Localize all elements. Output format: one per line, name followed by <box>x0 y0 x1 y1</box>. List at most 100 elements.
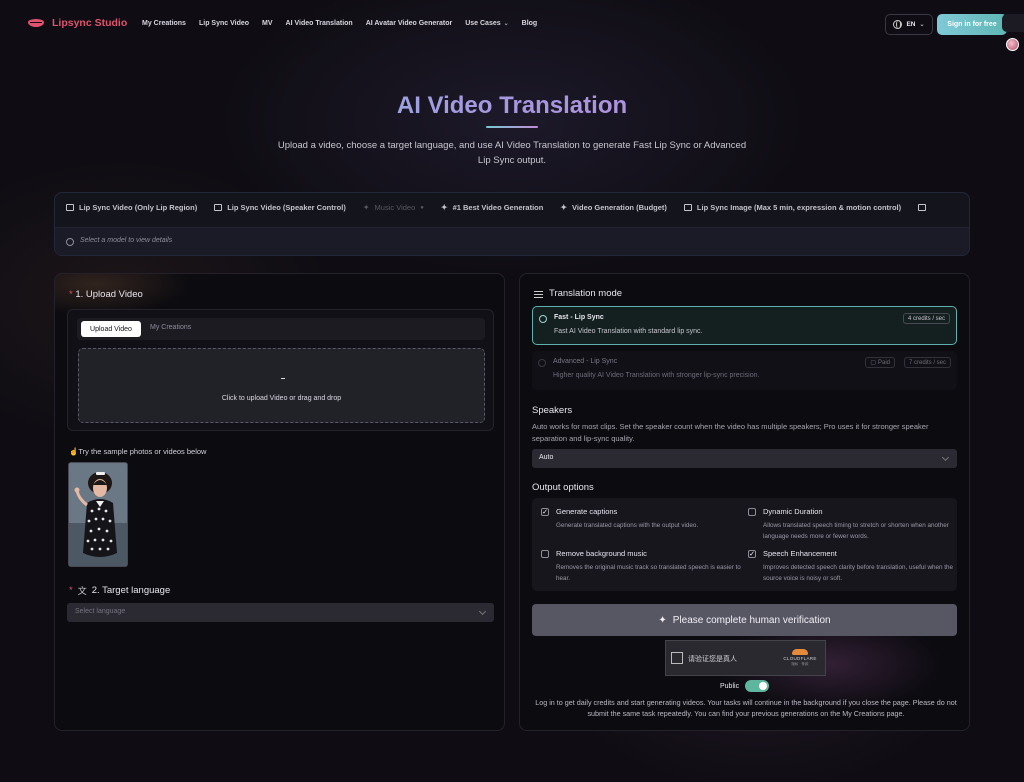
lock-icon: ▢ <box>870 360 876 366</box>
captcha-links[interactable]: 隐私 · 条款 <box>779 662 821 667</box>
generate-button[interactable]: ✦ Please complete human verification <box>532 604 957 636</box>
tab-upload-video[interactable]: Upload Video <box>81 321 141 337</box>
settings-panel: Translation mode Fast - Lip Sync Fast AI… <box>519 273 970 731</box>
model-tab-label: Video Generation (Budget) <box>572 203 667 212</box>
nav-link-ai-video-translation[interactable]: AI Video Translation <box>286 20 353 27</box>
model-tab-label: Lip Sync Image (Max 5 min, expression & … <box>696 203 902 212</box>
chevron-down-icon: ⌄ <box>919 22 925 28</box>
mode-name: Fast - Lip Sync <box>554 314 604 321</box>
video-icon <box>918 204 927 211</box>
model-tab-label: Lip Sync Video (Only Lip Region) <box>79 203 198 212</box>
globe-icon <box>893 20 903 29</box>
cloudflare-text: CLOUDFLARE <box>783 656 817 661</box>
floating-avatar[interactable] <box>1006 38 1019 51</box>
output-options: ✓ Generate captions Generate translated … <box>532 498 957 591</box>
model-tab-label: Music Video <box>374 203 416 212</box>
top-nav: Lipsync Studio My Creations Lip Sync Vid… <box>0 0 1024 50</box>
model-tab-more[interactable] <box>918 203 927 212</box>
sample-label: ☝Try the sample photos or videos below <box>69 447 206 456</box>
dropzone-text: Click to upload Video or drag and drop <box>221 395 342 402</box>
notice-text: Log in to get daily credits and start ge… <box>535 698 957 718</box>
mode-name: Advanced - Lip Sync <box>553 358 618 365</box>
speakers-select[interactable]: Auto <box>532 449 957 468</box>
captcha-checkbox[interactable] <box>671 652 683 664</box>
model-tabs: Lip Sync Video (Only Lip Region) Lip Syn… <box>66 203 927 212</box>
checkbox-checked-icon[interactable]: ✓ <box>748 550 756 558</box>
model-tab-video-generation-budget[interactable]: ✦ Video Generation (Budget) <box>560 203 667 212</box>
checkbox-icon[interactable] <box>541 550 549 558</box>
model-tab-lip-sync-image[interactable]: Lip Sync Image (Max 5 min, expression & … <box>683 203 902 212</box>
speakers-value: Auto <box>539 454 554 461</box>
nav-link-use-cases-label: Use Cases <box>465 20 501 27</box>
credits-badge: 4 credits / sec <box>902 313 950 324</box>
side-tab[interactable] <box>1002 14 1024 32</box>
brand-logo[interactable]: Lipsync Studio <box>28 17 127 29</box>
nav-link-use-cases[interactable]: Use Cases ⌄ <box>465 20 508 27</box>
sample-thumbnail[interactable] <box>68 462 128 567</box>
credits-badge: 7 credits / sec <box>903 357 951 368</box>
required-star: * <box>69 289 73 300</box>
upload-dropzone[interactable]: Click to upload Video or drag and drop <box>78 348 485 423</box>
info-icon <box>66 238 74 246</box>
language-selector[interactable]: EN ⌄ <box>885 14 933 35</box>
model-tab-music-video[interactable]: ✦ Music Video ● <box>363 203 424 212</box>
pointer-hand-icon: ☝ <box>69 447 79 456</box>
captcha-text: 请验证您是真人 <box>688 656 737 663</box>
option-name: Remove background music <box>556 549 647 558</box>
mode-option-advanced[interactable]: Advanced - Lip Sync Higher quality AI Vi… <box>532 351 957 390</box>
checkbox-checked-icon[interactable]: ✓ <box>541 508 549 516</box>
signin-button[interactable]: Sign in for free <box>937 14 1007 35</box>
page-title: AI Video Translation <box>0 92 1024 120</box>
sliders-icon <box>534 290 543 298</box>
option-name: Generate captions <box>556 507 618 516</box>
model-tab-lip-sync-only-lip[interactable]: Lip Sync Video (Only Lip Region) <box>66 203 197 212</box>
model-hint-bar: Select a model to view details <box>55 227 969 255</box>
target-language-label: * 文 2. Target language <box>69 584 170 597</box>
speakers-title: Speakers <box>532 405 573 416</box>
model-tab-lip-sync-speaker[interactable]: Lip Sync Video (Speaker Control) <box>214 203 346 212</box>
upload-icon <box>281 378 285 379</box>
target-language-select[interactable]: Select language <box>67 603 494 622</box>
mode-desc: Fast AI Video Translation with standard … <box>554 328 703 335</box>
nav-link-blog[interactable]: Blog <box>522 20 538 27</box>
chevron-down-icon <box>478 607 487 616</box>
language-label: EN <box>906 21 916 28</box>
public-toggle-row: Public <box>720 680 770 692</box>
upload-section-text: 1. Upload Video <box>75 289 143 300</box>
tab-my-creations[interactable]: My Creations <box>150 324 191 331</box>
speakers-desc: Auto works for most clips. Set the speak… <box>532 422 929 443</box>
lips-icon <box>28 18 44 28</box>
public-toggle[interactable] <box>745 680 770 692</box>
video-icon <box>214 204 223 211</box>
public-label: Public <box>720 682 740 690</box>
option-desc: Allows translated speech timing to stret… <box>763 522 949 540</box>
translation-mode-title: Translation mode <box>534 288 622 299</box>
model-tab-best-video-generation[interactable]: ✦ #1 Best Video Generation <box>441 203 543 212</box>
nav-link-ai-avatar[interactable]: AI Avatar Video Generator <box>366 20 453 27</box>
upload-section-label: * 1. Upload Video <box>69 289 143 300</box>
cloudflare-logo: CLOUDFLARE 隐私 · 条款 <box>779 649 821 667</box>
music-icon: ✦ <box>362 203 370 212</box>
model-hint-text: Select a model to view details <box>80 237 173 244</box>
model-selector: Lip Sync Video (Only Lip Region) Lip Syn… <box>54 192 970 256</box>
checkbox-icon[interactable] <box>748 508 756 516</box>
chevron-down-icon: ⌄ <box>503 21 509 27</box>
radio-checked-icon <box>539 315 547 323</box>
paid-badge: ▢ Paid <box>865 357 895 368</box>
cloud-icon <box>792 649 808 655</box>
page-subtitle: Upload a video, choose a target language… <box>277 140 747 166</box>
output-options-title: Output options <box>532 482 594 493</box>
option-desc: Removes the original music track so tran… <box>556 564 741 582</box>
generate-button-label: Please complete human verification <box>672 614 831 626</box>
model-tab-label: #1 Best Video Generation <box>452 203 544 212</box>
option-desc: Generate translated captions with the ou… <box>556 522 699 529</box>
translate-icon: 文 <box>77 586 87 596</box>
upload-box: Upload Video My Creations Click to uploa… <box>67 309 494 431</box>
nav-link-lip-sync-video[interactable]: Lip Sync Video <box>199 20 249 27</box>
nav-link-mv[interactable]: MV <box>262 20 273 27</box>
mode-desc: Higher quality AI Video Translation with… <box>553 372 760 379</box>
mode-option-fast[interactable]: Fast - Lip Sync Fast AI Video Translatio… <box>532 306 957 345</box>
nav-link-my-creations[interactable]: My Creations <box>142 20 186 27</box>
target-language-placeholder: Select language <box>75 608 126 615</box>
upload-tabs: Upload Video My Creations <box>77 318 485 340</box>
